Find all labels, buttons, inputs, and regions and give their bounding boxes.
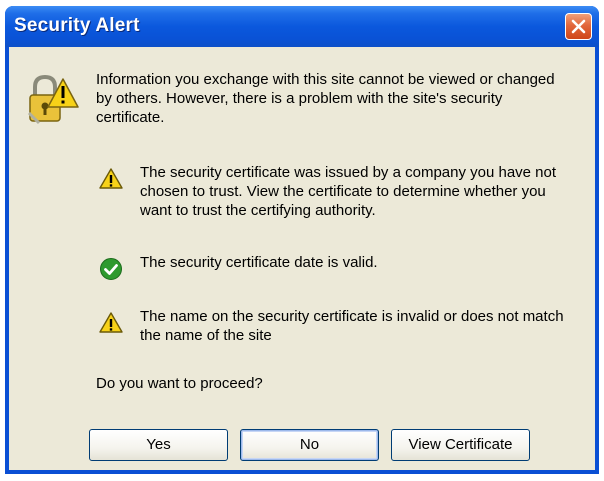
certificate-date-text: The security certificate date is valid. bbox=[140, 254, 378, 271]
no-button[interactable]: No bbox=[240, 429, 379, 461]
certificate-name-text: The name on the security certificate is … bbox=[140, 308, 564, 344]
certificate-issue-text: The security certificate was issued by a… bbox=[140, 164, 557, 219]
warning-icon bbox=[99, 312, 123, 333]
close-icon bbox=[571, 19, 586, 34]
dialog-body: Information you exchange with this site … bbox=[9, 47, 595, 470]
title-bar[interactable]: Security Alert bbox=[5, 6, 599, 47]
yes-button[interactable]: Yes bbox=[89, 429, 228, 461]
dialog-title: Security Alert bbox=[14, 15, 140, 36]
proceed-question: Do you want to proceed? bbox=[96, 375, 263, 392]
security-alert-dialog: Security Alert Information you exchange … bbox=[5, 6, 599, 474]
lock-warning-icon bbox=[27, 74, 79, 125]
check-icon bbox=[100, 258, 122, 280]
close-button[interactable] bbox=[565, 13, 592, 40]
warning-icon bbox=[99, 168, 123, 189]
view-certificate-button[interactable]: View Certificate bbox=[391, 429, 530, 461]
intro-text: Information you exchange with this site … bbox=[96, 71, 555, 126]
